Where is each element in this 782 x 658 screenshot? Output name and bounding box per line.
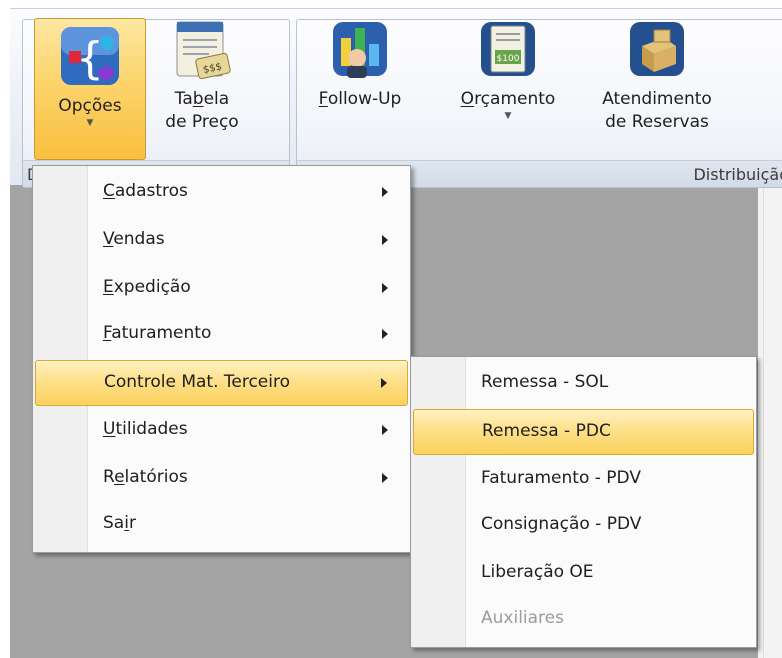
menu-item-label: Utilidades [103,419,188,439]
chevron-right-icon [382,473,388,483]
svg-text:$100: $100 [497,54,520,64]
opcoes-label: Opções [58,96,122,116]
submenu-item-remessa-sol[interactable]: Remessa - SOL [413,361,754,405]
chevron-right-icon [382,235,388,245]
menu-item-expedicao[interactable]: Expedição [35,266,408,310]
opcoes-button[interactable]: { Opções ▼ [34,18,146,160]
submenu-item-label: Faturamento - PDV [481,468,641,488]
menu-item-label: Relatórios [103,467,188,487]
chevron-down-icon: ▼ [504,111,512,121]
budget-icon: $100 [475,16,541,82]
submenu-item-label: Auxiliares [481,608,564,628]
reservations-icon [624,16,690,82]
follow-up-label: Follow-Up [318,89,402,109]
submenu-item-faturamento-pdv[interactable]: Faturamento - PDV [413,457,754,501]
menu-item-controle-mat-terceiro[interactable]: Controle Mat. Terceiro [35,360,408,406]
menu-item-vendas[interactable]: Vendas [35,218,408,262]
submenu-item-label: Consignação - PDV [481,514,642,534]
menu-item-label: Cadastros [103,181,188,201]
menu-item-label: Vendas [103,229,165,249]
options-brackets-icon: { [57,23,123,89]
atendimento-reservas-button[interactable]: Atendimento de Reservas [594,16,720,134]
menu-item-label: Controle Mat. Terceiro [104,372,290,392]
submenu-item-label: Remessa - SOL [481,372,609,392]
orcamento-label: Orçamento [460,89,556,109]
chevron-right-icon [382,329,388,339]
chevron-down-icon: ▼ [86,118,94,128]
menu-item-cadastros[interactable]: Cadastros [35,170,408,214]
orcamento-button[interactable]: $100 Orçamento ▼ [450,16,566,121]
menu-item-faturamento[interactable]: Faturamento [35,312,408,356]
menu-item-label: Expedição [103,277,191,297]
menu-item-label: Faturamento [103,323,212,343]
chevron-right-icon [382,283,388,293]
submenu-item-remessa-pdc[interactable]: Remessa - PDC [413,409,754,455]
menu-item-label: Sair [103,513,136,533]
submenu-item-auxiliares: Auxiliares [413,597,754,641]
tabela-label: Tabela de Preço [165,89,239,132]
follow-up-icon [327,16,393,82]
submenu-item-label: Remessa - PDC [482,421,611,441]
chevron-right-icon [381,378,387,388]
menu-item-sair[interactable]: Sair [35,502,408,546]
opcoes-dropdown-menu: Cadastros Vendas Expedição Faturamento C… [32,165,411,553]
menu-item-relatorios[interactable]: Relatórios [35,456,408,500]
tabela-de-preco-button[interactable]: $$$ Tabela de Preço [154,16,250,134]
chevron-right-icon [382,425,388,435]
controle-mat-terceiro-submenu: Remessa - SOL Remessa - PDC Faturamento … [410,356,757,648]
follow-up-button[interactable]: Follow-Up [300,16,420,111]
atendimento-label: Atendimento de Reservas [602,89,712,132]
ribbon-group-2-label: Distribuição [693,165,782,184]
chevron-right-icon [382,187,388,197]
submenu-item-liberacao-oe[interactable]: Liberação OE [413,551,754,595]
submenu-item-label: Liberação OE [481,562,594,582]
menu-item-utilidades[interactable]: Utilidades [35,408,408,452]
price-table-icon: $$$ [169,16,235,82]
submenu-item-consignacao-pdv[interactable]: Consignação - PDV [413,503,754,547]
